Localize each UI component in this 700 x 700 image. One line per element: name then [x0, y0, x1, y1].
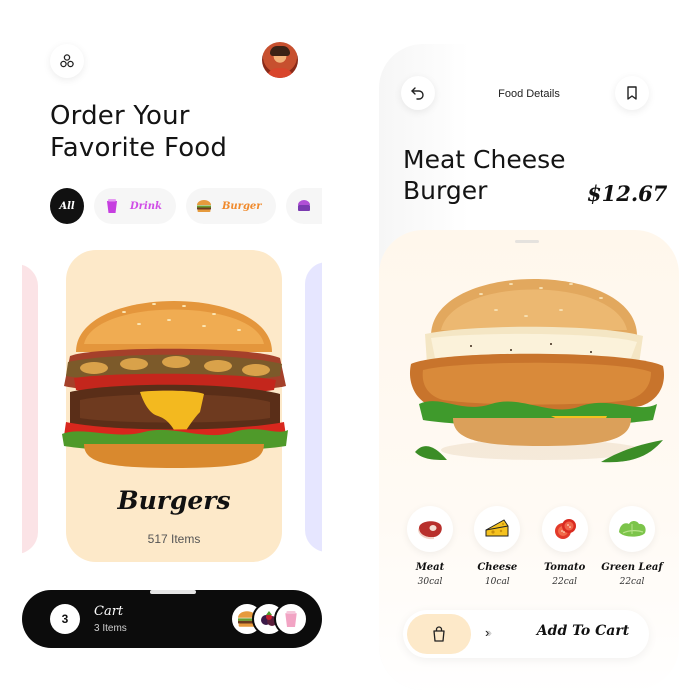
shopping-bag-icon [433, 626, 445, 642]
header-title: Food Details [498, 88, 560, 100]
cart-bar[interactable]: 3 Cart 3 Items [22, 590, 322, 648]
ingredient-name: Green Leaf [601, 562, 663, 573]
page-title: Order Your Favorite Food [50, 100, 310, 164]
home-screen: Order Your Favorite Food All Drink Burge… [22, 22, 322, 650]
ingredient-name: Cheese [477, 562, 518, 573]
menu-dots-icon [60, 54, 74, 68]
next-category-card[interactable] [305, 262, 322, 552]
undo-arrow-icon [411, 87, 424, 100]
burger-image [62, 301, 288, 468]
card-item-count: 517 Items [147, 532, 201, 546]
category-label-all: All [59, 200, 75, 212]
category-chip-all[interactable]: All [50, 188, 84, 224]
food-details-screen: Food Details Meat Cheese Burger $12.67 M… [379, 44, 679, 690]
cart-thumbnails [230, 602, 310, 636]
category-chips: All Drink Burger [50, 188, 322, 224]
ingredient-list: Meat 30cal Cheese 10cal Tomato 22cal Gre… [401, 506, 663, 587]
burger-icon [194, 196, 214, 216]
meat-icon [407, 506, 453, 552]
ingredient-tomato[interactable]: Tomato 22cal [536, 506, 594, 587]
product-name-line-1: Meat Cheese [403, 145, 566, 174]
bookmark-button[interactable] [615, 76, 649, 110]
ingredient-green-leaf[interactable]: Green Leaf 22cal [601, 506, 663, 587]
category-chip-cake[interactable]: Ca [285, 188, 322, 224]
ingredient-name: Tomato [543, 562, 586, 573]
back-button[interactable] [401, 76, 435, 110]
prev-category-card[interactable] [22, 264, 38, 554]
add-to-cart-label: Add To Cart [536, 623, 630, 639]
chicken-burger-image [409, 279, 665, 463]
ingredient-calories: 22cal [552, 577, 578, 587]
drag-handle[interactable] [515, 240, 539, 243]
cheese-icon [474, 506, 521, 552]
home-indicator [150, 590, 196, 594]
drink-icon [102, 196, 122, 216]
category-chip-drink[interactable]: Drink [94, 188, 176, 224]
title-line-2: Favorite Food [50, 133, 228, 163]
cake-icon [294, 196, 314, 216]
avatar[interactable] [262, 42, 298, 78]
category-chip-burger[interactable]: Burger [185, 188, 276, 224]
featured-category-card[interactable]: Burgers 517 Items [62, 250, 288, 562]
product-name-line-2: Burger [403, 176, 488, 205]
ingredient-cheese[interactable]: Cheese 10cal [468, 506, 526, 587]
ingredient-calories: 30cal [417, 577, 443, 587]
drink-icon [274, 602, 308, 636]
add-to-cart-slider[interactable]: ››› Add To Cart [403, 610, 649, 658]
ingredient-meat[interactable]: Meat 30cal [401, 506, 459, 587]
chevrons-right-icon: ››› [485, 625, 493, 640]
card-title: Burgers [117, 486, 231, 515]
ingredient-calories: 10cal [484, 577, 510, 587]
bookmark-icon [627, 86, 637, 100]
category-label-burger: Burger [221, 200, 262, 212]
cart-items-text: 3 Items [94, 623, 127, 634]
lettuce-icon [608, 506, 655, 552]
category-label-drink: Drink [130, 200, 162, 212]
title-line-1: Order Your [50, 101, 190, 131]
cart-count-badge: 3 [50, 604, 80, 634]
cart-label: Cart [94, 604, 124, 619]
menu-button[interactable] [50, 44, 84, 78]
product-price: $12.67 [587, 181, 668, 206]
bag-button[interactable] [407, 614, 471, 654]
product-name: Meat Cheese Burger [403, 144, 593, 206]
tomato-icon [541, 506, 588, 552]
ingredient-name: Meat [415, 562, 445, 573]
ingredient-calories: 22cal [619, 577, 645, 587]
